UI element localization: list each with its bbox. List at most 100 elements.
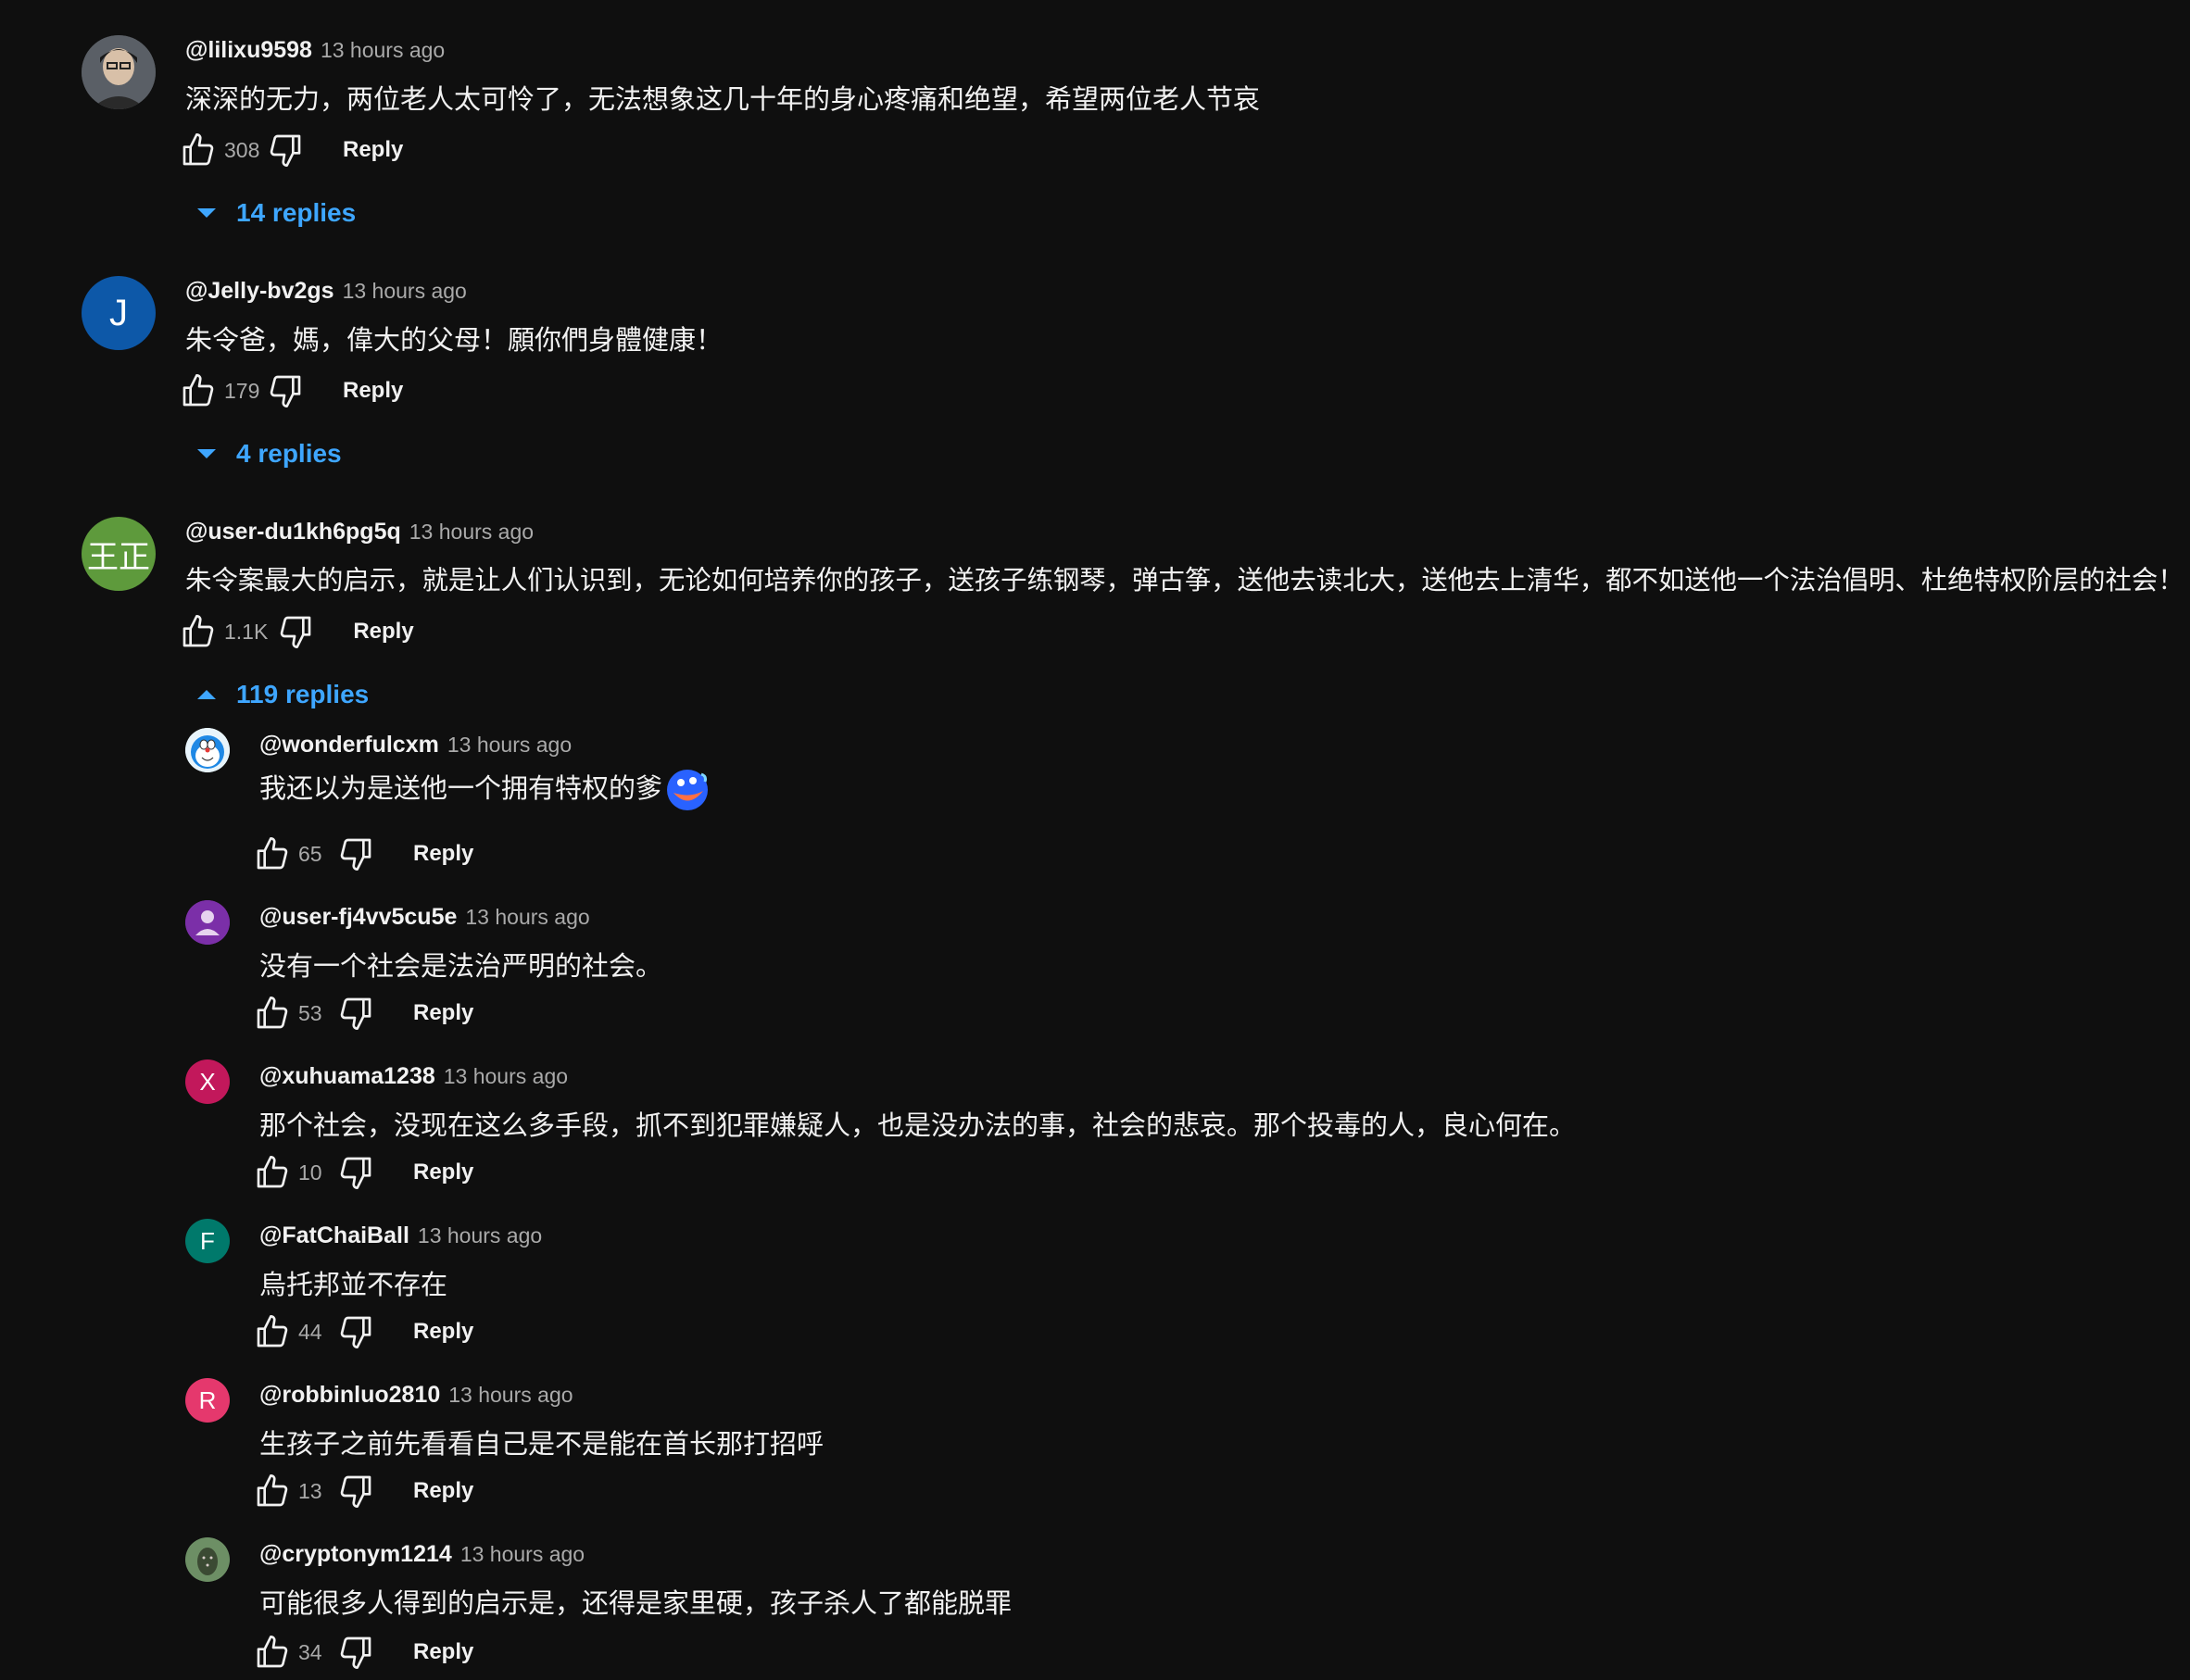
comment-author[interactable]: @user-fj4vv5cu5e <box>259 904 457 931</box>
avatar-letter: X <box>199 1067 216 1096</box>
reply-button[interactable]: Reply <box>353 619 413 645</box>
avatar[interactable] <box>82 35 156 109</box>
thumb-down-icon <box>337 1313 374 1350</box>
person-icon <box>185 900 230 945</box>
comment-timestamp[interactable]: 13 hours ago <box>343 279 467 304</box>
comment-author[interactable]: @lilixu9598 <box>185 37 312 64</box>
like-button[interactable] <box>252 993 293 1034</box>
thumb-down-icon <box>337 835 374 872</box>
comments-section: @lilixu9598 13 hours ago 深深的无力，两位老人太可怜了，… <box>0 0 2190 1680</box>
dislike-button[interactable] <box>335 993 376 1034</box>
comment-author[interactable]: @xuhuama1238 <box>259 1063 435 1090</box>
comment-actions: 179 Reply <box>178 370 403 411</box>
comment-actions: 308 Reply <box>178 130 403 170</box>
user-photo-icon <box>82 35 156 109</box>
chevron-up-icon <box>197 690 216 699</box>
replies-toggle[interactable]: 4 replies <box>197 439 342 469</box>
comment-actions: 44 Reply <box>252 1311 473 1352</box>
thumb-up-icon <box>180 613 217 650</box>
comment-timestamp[interactable]: 13 hours ago <box>447 733 572 758</box>
dislike-button[interactable] <box>335 1152 376 1193</box>
comment-author[interactable]: @FatChaiBall <box>259 1222 409 1249</box>
avatar[interactable] <box>185 900 230 945</box>
avatar[interactable] <box>185 1537 230 1582</box>
reply-button[interactable]: Reply <box>413 1000 473 1026</box>
reply-button[interactable]: Reply <box>413 1478 473 1504</box>
like-count: 44 <box>298 1319 322 1344</box>
comment-header: @xuhuama1238 13 hours ago <box>259 1063 568 1090</box>
thumb-up-icon <box>254 1634 291 1671</box>
like-button[interactable] <box>178 130 219 170</box>
comment-timestamp[interactable]: 13 hours ago <box>448 1383 573 1408</box>
avatar[interactable] <box>185 728 230 772</box>
comment-timestamp[interactable]: 13 hours ago <box>460 1542 585 1567</box>
dislike-button[interactable] <box>265 130 306 170</box>
comment-timestamp[interactable]: 13 hours ago <box>321 38 445 63</box>
comment-timestamp[interactable]: 13 hours ago <box>409 520 534 545</box>
comment-header: @user-fj4vv5cu5e 13 hours ago <box>259 904 590 931</box>
like-button[interactable] <box>252 1471 293 1511</box>
replies-toggle-label: 14 replies <box>236 198 357 227</box>
avatar-letter: R <box>198 1385 217 1414</box>
comment-text: 生孩子之前先看看自己是不是能在首长那打招呼 <box>259 1428 824 1460</box>
dislike-button[interactable] <box>265 370 306 411</box>
replies-toggle[interactable]: 119 replies <box>197 680 369 709</box>
avatar-letter: J <box>109 292 128 333</box>
reply-button[interactable]: Reply <box>413 1639 473 1665</box>
like-button[interactable] <box>178 370 219 411</box>
comment-timestamp[interactable]: 13 hours ago <box>418 1223 542 1248</box>
avatar[interactable]: X <box>185 1059 230 1104</box>
reply-button[interactable]: Reply <box>343 137 403 163</box>
comment-author[interactable]: @Jelly-bv2gs <box>185 278 334 305</box>
comment-author[interactable]: @wonderfulcxm <box>259 732 439 759</box>
thumb-up-icon <box>180 132 217 169</box>
thumb-down-icon <box>267 372 304 409</box>
like-button[interactable] <box>252 1152 293 1193</box>
face-emoji-icon <box>667 770 709 810</box>
avatar[interactable]: J <box>82 276 156 350</box>
dislike-button[interactable] <box>335 834 376 874</box>
comment-actions: 10 Reply <box>252 1152 473 1193</box>
comment-header: @FatChaiBall 13 hours ago <box>259 1222 542 1249</box>
comment-timestamp[interactable]: 13 hours ago <box>444 1064 568 1089</box>
like-button[interactable] <box>252 1632 293 1673</box>
comment-header: @cryptonym1214 13 hours ago <box>259 1541 585 1568</box>
dislike-button[interactable] <box>335 1632 376 1673</box>
reply-button[interactable]: Reply <box>413 841 473 867</box>
like-count: 179 <box>224 378 260 403</box>
comment-text: 那个社会，没现在这么多手段，抓不到犯罪嫌疑人，也是没办法的事，社会的悲哀。那个投… <box>259 1110 1577 1141</box>
comment-author[interactable]: @user-du1kh6pg5q <box>185 519 401 545</box>
avatar[interactable]: F <box>185 1219 230 1263</box>
replies-toggle[interactable]: 14 replies <box>197 198 356 228</box>
comment-timestamp[interactable]: 13 hours ago <box>465 905 589 930</box>
like-button[interactable] <box>252 1311 293 1352</box>
like-button[interactable] <box>252 834 293 874</box>
reply-button[interactable]: Reply <box>413 1160 473 1185</box>
reply-button[interactable]: Reply <box>343 378 403 404</box>
comment-text: 朱令案最大的启示，就是让人们认识到，无论如何培养你的孩子，送孩子练钢琴，弹古筝，… <box>185 565 2184 596</box>
dislike-button[interactable] <box>275 611 316 652</box>
thumb-down-icon <box>267 132 304 169</box>
comment-text: 我还以为是送他一个拥有特权的爹 <box>259 767 711 813</box>
comment-header: @user-du1kh6pg5q 13 hours ago <box>185 519 534 545</box>
dislike-button[interactable] <box>335 1311 376 1352</box>
like-count: 34 <box>298 1639 322 1664</box>
replies-toggle-label: 119 replies <box>236 680 370 708</box>
thumb-up-icon <box>254 1473 291 1510</box>
thumb-down-icon <box>277 613 314 650</box>
avatar-letter: F <box>200 1226 215 1255</box>
chevron-down-icon <box>197 208 216 218</box>
comment-text-content: 我还以为是送他一个拥有特权的爹 <box>259 772 663 804</box>
avatar[interactable]: R <box>185 1378 230 1423</box>
thumb-down-icon <box>337 1473 374 1510</box>
comment-actions: 53 Reply <box>252 993 473 1034</box>
like-count: 53 <box>298 1000 322 1025</box>
thumb-up-icon <box>254 1154 291 1191</box>
comment-text: 深深的无力，两位老人太可怜了，无法想象这几十年的身心疼痛和绝望，希望两位老人节哀 <box>185 83 1261 115</box>
reply-button[interactable]: Reply <box>413 1319 473 1345</box>
like-button[interactable] <box>178 611 219 652</box>
comment-author[interactable]: @cryptonym1214 <box>259 1541 452 1568</box>
dislike-button[interactable] <box>335 1471 376 1511</box>
comment-author[interactable]: @robbinluo2810 <box>259 1382 440 1409</box>
avatar[interactable]: 王正 <box>82 517 156 591</box>
